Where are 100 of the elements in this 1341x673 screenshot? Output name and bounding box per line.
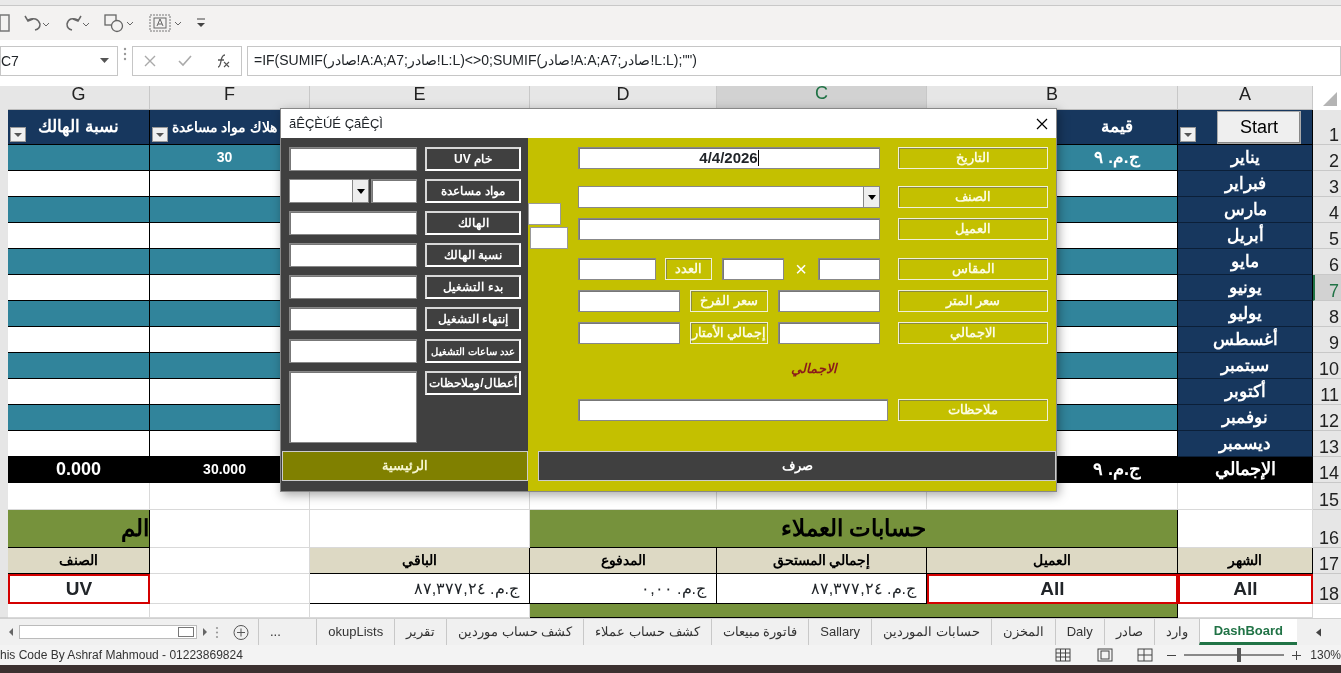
field-label-button[interactable]: الهالك: [425, 211, 521, 235]
input-field[interactable]: [289, 243, 417, 267]
column-header[interactable]: C: [717, 86, 927, 110]
row-number[interactable]: 9: [1313, 327, 1341, 353]
dropdown-icon[interactable]: [100, 58, 109, 64]
status-text: his Code By Ashraf Mahmoud - 01223869824: [0, 647, 243, 664]
text-area[interactable]: [289, 371, 417, 443]
close-icon[interactable]: [1036, 117, 1048, 130]
field-label-button[interactable]: عدد ساعات التشغيل: [425, 339, 521, 363]
field-label-button[interactable]: نسبة الهالك: [425, 243, 521, 267]
input-field[interactable]: [371, 179, 417, 203]
cell-reference: C7: [1, 51, 19, 71]
input-field[interactable]: [289, 307, 417, 331]
row-number[interactable]: 17: [1313, 548, 1341, 574]
scrollbar-track[interactable]: [19, 625, 197, 639]
month-cell: أغسطس: [1178, 327, 1313, 353]
scroll-right-icon[interactable]: [200, 626, 210, 638]
table-cell: All: [1178, 574, 1313, 604]
customize-icon[interactable]: [196, 17, 206, 29]
row-number[interactable]: 11: [1313, 379, 1341, 405]
input-field[interactable]: [289, 211, 417, 235]
filter-dropdown-icon[interactable]: [10, 127, 26, 142]
row-number[interactable]: 6: [1313, 249, 1341, 275]
input-field[interactable]: [289, 147, 417, 171]
column-header[interactable]: E: [310, 86, 530, 110]
submit-button[interactable]: صرف: [538, 451, 1056, 481]
row-number[interactable]: 15: [1313, 483, 1341, 510]
month-cell: نوفمبر: [1178, 405, 1313, 431]
input-field[interactable]: [289, 339, 417, 363]
row-number[interactable]: 1: [1313, 110, 1341, 145]
input-field[interactable]: [722, 258, 784, 280]
filter-dropdown-icon[interactable]: [152, 127, 168, 142]
field-label-button[interactable]: خام UV: [425, 147, 521, 171]
normal-view-icon[interactable]: [1055, 648, 1072, 662]
text-box-icon[interactable]: [148, 13, 182, 33]
input-field[interactable]: [578, 218, 880, 240]
checkmark-icon[interactable]: [178, 55, 192, 67]
name-box[interactable]: C7: [0, 46, 118, 76]
input-field[interactable]: [578, 399, 888, 421]
page-break-icon[interactable]: [1137, 648, 1154, 662]
row-number[interactable]: 14: [1313, 457, 1341, 483]
save-icon[interactable]: [0, 14, 10, 32]
section-title-cell: الم: [8, 510, 150, 548]
column-header[interactable]: A: [1178, 86, 1313, 110]
filter-dropdown-icon[interactable]: [1180, 127, 1196, 142]
input-field[interactable]: [778, 322, 880, 344]
start-button[interactable]: Start: [1217, 110, 1301, 144]
month-cell: مارس: [1178, 197, 1313, 223]
formula-field[interactable]: =IF(SUMIF(صادر!A:A;A7;صادر!L:L)<>0;SUMIF(صادر!A:A;A7;صادر!L:L);""): [247, 46, 1341, 76]
slider-thumb[interactable]: [1237, 648, 1242, 662]
redo-icon[interactable]: [64, 14, 90, 32]
input-field[interactable]: [578, 322, 680, 344]
input-field[interactable]: [578, 258, 656, 280]
row-number[interactable]: 18: [1313, 574, 1341, 604]
column-header[interactable]: B: [927, 86, 1178, 110]
input-field[interactable]: [530, 227, 568, 249]
row-number[interactable]: 13: [1313, 431, 1341, 457]
input-field[interactable]: 4/4/2026: [578, 147, 880, 169]
table-cell: الشهر: [1178, 548, 1313, 574]
column-header[interactable]: D: [530, 86, 717, 110]
dropdown-icon[interactable]: [356, 188, 365, 194]
page-layout-icon[interactable]: [1097, 648, 1114, 662]
input-field[interactable]: [528, 203, 561, 225]
table-cell: ج.م. ٠,٠٠: [530, 574, 717, 604]
field-label-button[interactable]: بدء التشغيل: [425, 275, 521, 299]
row-number[interactable]: 5: [1313, 223, 1341, 249]
zoom-in-icon[interactable]: [1292, 650, 1302, 660]
row-number[interactable]: 12: [1313, 405, 1341, 431]
multiply-sign: ×: [794, 257, 808, 282]
dropdown-field[interactable]: [289, 179, 369, 203]
input-field[interactable]: [289, 275, 417, 299]
sheet-tab[interactable]: DashBoard: [1198, 619, 1297, 645]
row-number[interactable]: 3: [1313, 171, 1341, 197]
input-field[interactable]: [818, 258, 880, 280]
month-cell: ديسمبر: [1178, 431, 1313, 457]
column-header[interactable]: F: [150, 86, 310, 110]
month-cell: مايو: [1178, 249, 1313, 275]
dropdown-field[interactable]: [578, 186, 880, 208]
row-number[interactable]: 7: [1313, 275, 1341, 301]
more-icon: [123, 46, 127, 62]
zoom-level[interactable]: 130%: [1310, 646, 1341, 664]
row-number[interactable]: 16: [1313, 510, 1341, 548]
row-number[interactable]: 2: [1313, 145, 1341, 171]
field-label-button[interactable]: مواد مساعدة: [425, 179, 521, 203]
header-cell: نسبة الهالك: [8, 110, 150, 145]
month-cell: فبراير: [1178, 171, 1313, 197]
row-number[interactable]: 10: [1313, 353, 1341, 379]
row-number[interactable]: 8: [1313, 301, 1341, 327]
home-button[interactable]: الرئيسية: [282, 451, 528, 481]
field-label-button[interactable]: إنتهاء التشغيل: [425, 307, 521, 331]
row-number[interactable]: 4: [1313, 197, 1341, 223]
dropdown-icon[interactable]: [867, 194, 876, 200]
column-header[interactable]: G: [8, 86, 150, 110]
input-field[interactable]: [578, 290, 680, 312]
input-field[interactable]: [778, 290, 880, 312]
section-title-cell: حسابات العملاء: [530, 510, 1178, 548]
scrollbar-thumb[interactable]: [178, 627, 194, 637]
field-label-button[interactable]: أعطال/وملاحظات: [425, 371, 521, 395]
shapes-icon[interactable]: [104, 13, 134, 33]
undo-icon[interactable]: [24, 14, 50, 32]
